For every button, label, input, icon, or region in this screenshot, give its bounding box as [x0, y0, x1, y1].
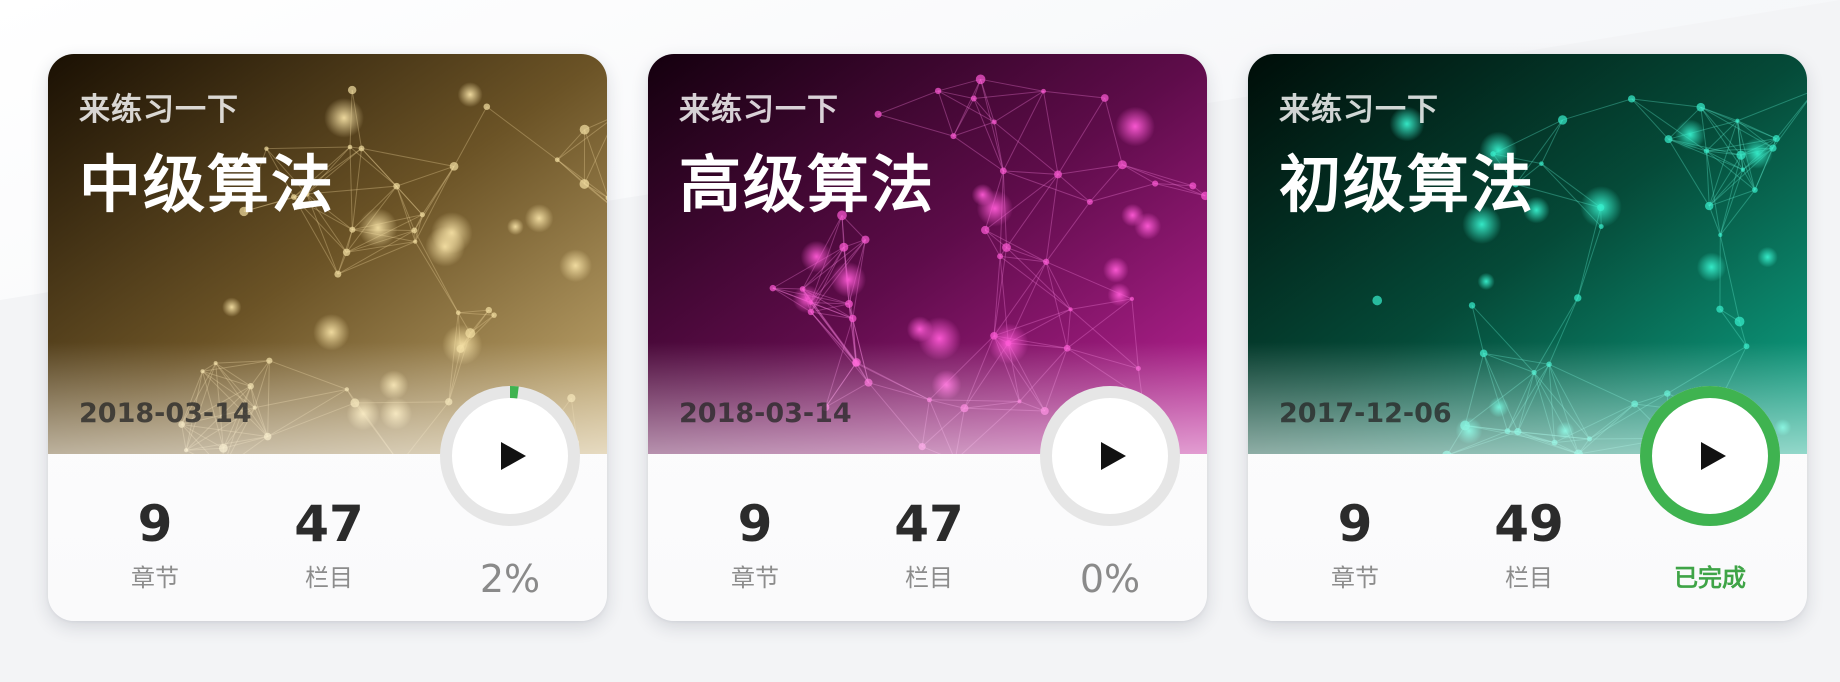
play-button[interactable] [466, 412, 554, 500]
card-date: 2018-03-14 [79, 398, 252, 429]
columns-count: 47 [294, 495, 364, 553]
chapters-count: 9 [737, 495, 773, 553]
play-icon [466, 412, 554, 500]
card-title: 初级算法 [1279, 148, 1536, 221]
chapters-stat: 9 章节 [1290, 494, 1420, 593]
course-card-list: 来练习一下 中级算法 2018-03-14 9 章节 47 栏目 2% 来练习一… [48, 54, 1807, 621]
play-icon [1666, 412, 1754, 500]
progress-text: 2% [479, 557, 541, 601]
chapters-label: 章节 [1331, 564, 1379, 592]
card-subtitle: 来练习一下 [79, 92, 239, 128]
chapters-label: 章节 [731, 564, 779, 592]
progress-text: 0% [1079, 557, 1141, 601]
play-icon [1066, 412, 1154, 500]
chapters-label: 章节 [131, 564, 179, 592]
card-date: 2018-03-14 [679, 398, 852, 429]
columns-label: 栏目 [305, 564, 353, 592]
columns-stat: 47 栏目 [264, 494, 394, 593]
play-button[interactable] [1066, 412, 1154, 500]
card-title: 高级算法 [679, 148, 936, 221]
course-card-advanced[interactable]: 来练习一下 高级算法 2018-03-14 9 章节 47 栏目 0% [648, 54, 1207, 621]
course-card-intermediate[interactable]: 来练习一下 中级算法 2018-03-14 9 章节 47 栏目 2% [48, 54, 607, 621]
card-subtitle: 来练习一下 [1279, 92, 1439, 128]
columns-count: 47 [894, 495, 964, 553]
card-subtitle: 来练习一下 [679, 92, 839, 128]
chapters-stat: 9 章节 [90, 494, 220, 593]
columns-count: 49 [1494, 495, 1564, 553]
columns-stat: 49 栏目 [1464, 494, 1594, 593]
chapters-stat: 9 章节 [690, 494, 820, 593]
chapters-count: 9 [137, 495, 173, 553]
columns-label: 栏目 [1505, 564, 1553, 592]
card-title: 中级算法 [79, 148, 336, 221]
play-button[interactable] [1666, 412, 1754, 500]
columns-stat: 47 栏目 [864, 494, 994, 593]
completed-text: 已完成 [1674, 564, 1746, 592]
card-date: 2017-12-06 [1279, 398, 1452, 429]
course-card-beginner[interactable]: 来练习一下 初级算法 2017-12-06 9 章节 49 栏目 已完成 [1248, 54, 1807, 621]
columns-label: 栏目 [905, 564, 953, 592]
chapters-count: 9 [1337, 495, 1373, 553]
